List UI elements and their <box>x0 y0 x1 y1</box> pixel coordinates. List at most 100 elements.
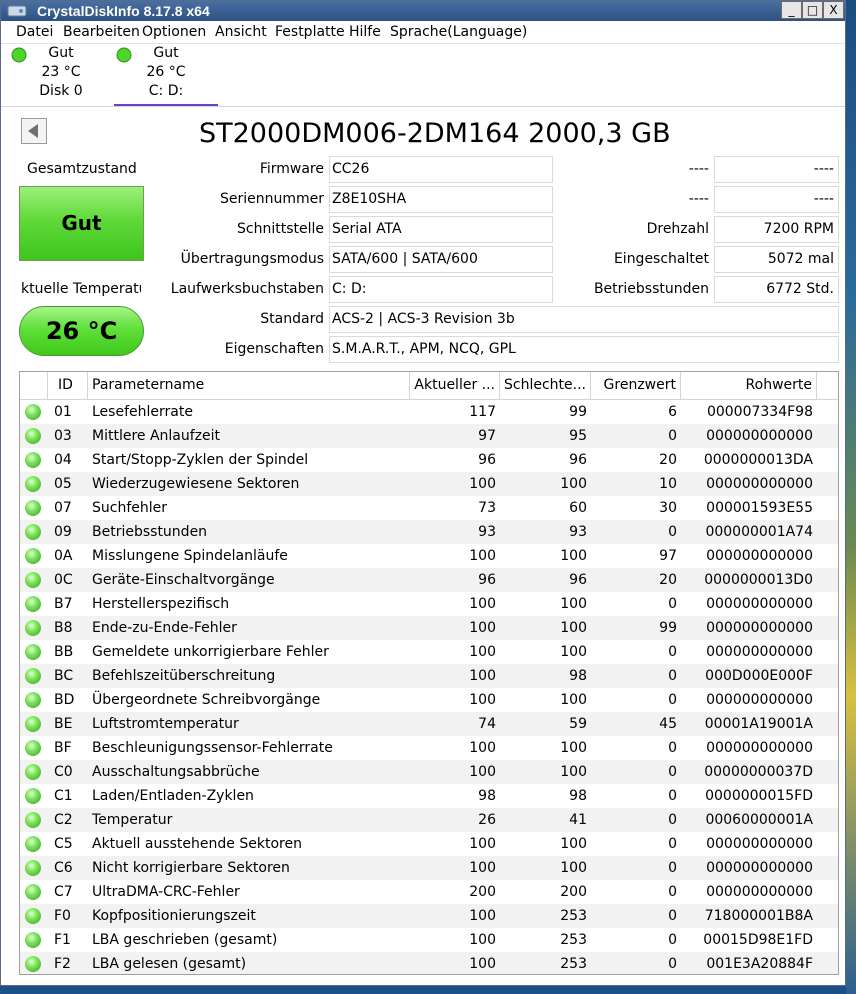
column-header-status[interactable] <box>20 372 48 399</box>
row-status-cell <box>20 832 48 856</box>
table-row[interactable]: C5 Aktuell ausstehende Sektoren 100 100 0 000… <box>20 832 838 856</box>
cell-name: LBA gelesen (gesamt) <box>92 956 247 972</box>
table-row[interactable]: C1 Laden/Entladen-Zyklen 98 98 0 0000000015FD <box>20 784 838 808</box>
table-row[interactable]: C7 UltraDMA-CRC-Fehler 200 200 0 000000000000 <box>20 880 838 904</box>
cell-threshold: 0 <box>668 932 677 948</box>
cell-threshold: 0 <box>668 860 677 876</box>
table-row[interactable]: 01 Lesefehlerrate 117 99 6 000007334F98 <box>20 400 838 424</box>
table-row[interactable]: C2 Temperatur 26 41 0 00060000001A <box>20 808 838 832</box>
column-header-current[interactable]: Aktueller ... <box>410 372 500 399</box>
minimize-button[interactable]: _ <box>781 1 802 19</box>
table-row[interactable]: B7 Herstellerspezifisch 100 100 0 00000000000… <box>20 592 838 616</box>
disk-app-icon <box>7 5 27 17</box>
cell-threshold: 30 <box>659 500 677 516</box>
cell-current: 100 <box>469 596 496 612</box>
table-row[interactable]: C0 Ausschaltungsabbrüche 100 100 0 0000000003… <box>20 760 838 784</box>
cell-current: 96 <box>478 452 496 468</box>
cell-name: Übergeordnete Schreibvorgänge <box>92 692 321 708</box>
menu-sprache[interactable]: Sprache(Language) <box>390 21 527 43</box>
menu-datei[interactable]: Datei <box>16 21 53 43</box>
table-row[interactable]: BC Befehlszeitüberschreitung 100 98 0 000D000… <box>20 664 838 688</box>
cell-threshold: 0 <box>668 908 677 924</box>
table-row[interactable]: 09 Betriebsstunden 93 93 0 000000001A74 <box>20 520 838 544</box>
cell-worst: 100 <box>560 764 587 780</box>
table-row[interactable]: F0 Kopfpositionierungszeit 100 253 0 71800000… <box>20 904 838 928</box>
cell-current: 73 <box>478 500 496 516</box>
cell-current: 74 <box>478 716 496 732</box>
cell-name: Start/Stopp-Zyklen der Spindel <box>92 452 309 468</box>
drive-letters-value: C: D: <box>329 276 553 303</box>
table-row[interactable]: 05 Wiederzugewiesene Sektoren 100 100 10 0000… <box>20 472 838 496</box>
cell-raw: 0000000015FD <box>705 788 813 804</box>
table-row[interactable]: 0C Geräte-Einschaltvorgänge 96 96 20 00000000… <box>20 568 838 592</box>
column-header-raw[interactable]: Rohwerte <box>681 372 817 399</box>
disk-tab-0[interactable]: Gut 23 °C Disk 0 <box>9 44 113 104</box>
table-row[interactable]: 04 Start/Stopp-Zyklen der Spindel 96 96 20 00… <box>20 448 838 472</box>
unused-value-2: ---- <box>714 186 839 213</box>
cell-threshold: 0 <box>668 764 677 780</box>
cell-current: 93 <box>478 524 496 540</box>
cell-name: Gemeldete unkorrigierbare Fehler <box>92 644 329 660</box>
row-status-cell <box>20 400 48 424</box>
menu-optionen[interactable]: Optionen <box>142 21 206 43</box>
serial-value: Z8E10SHA <box>329 186 553 213</box>
cell-current: 117 <box>469 404 496 420</box>
menu-festplatte[interactable]: Festplatte <box>275 21 345 43</box>
disk-selector-bar: Gut 23 °C Disk 0 Gut 26 °C C: D: <box>1 44 845 107</box>
column-header-name[interactable]: Parametername <box>88 372 410 399</box>
status-good-icon <box>25 668 41 684</box>
cell-raw: 00015D98E1FD <box>703 932 813 948</box>
power-on-hours-value: 6772 Std. <box>714 276 839 303</box>
table-row[interactable]: 07 Suchfehler 73 60 30 000001593E55 <box>20 496 838 520</box>
power-on-count-label: Eingeschaltet <box>613 251 709 267</box>
column-header-id[interactable]: ID <box>48 372 88 399</box>
table-row[interactable]: F2 LBA gelesen (gesamt) 100 253 0 001E3A20884… <box>20 952 838 974</box>
cell-threshold: 0 <box>668 884 677 900</box>
table-row[interactable]: BB Gemeldete unkorrigierbare Fehler 100 100… <box>20 640 838 664</box>
table-row[interactable]: C6 Nicht korrigierbare Sektoren 100 100 0 000… <box>20 856 838 880</box>
firmware-label: Firmware <box>259 161 324 177</box>
column-header-worst[interactable]: Schlechte... <box>500 372 591 399</box>
cell-name: Lesefehlerrate <box>92 404 193 420</box>
row-status-cell <box>20 592 48 616</box>
cell-worst: 98 <box>569 788 587 804</box>
close-button[interactable]: X <box>823 1 844 19</box>
cell-current: 100 <box>469 860 496 876</box>
table-row[interactable]: BD Übergeordnete Schreibvorgänge 100 100 0 00… <box>20 688 838 712</box>
cell-name: Laden/Entladen-Zyklen <box>92 788 254 804</box>
status-good-icon <box>25 764 41 780</box>
previous-disk-button[interactable] <box>21 118 47 144</box>
health-status-button[interactable]: Gut <box>19 186 144 261</box>
title-bar[interactable]: CrystalDiskInfo 8.17.8 x64 _ □ X <box>1 1 845 21</box>
temperature-button[interactable]: 26 °C <box>19 306 144 356</box>
table-row[interactable]: B8 Ende-zu-Ende-Fehler 100 100 99 00000000000… <box>20 616 838 640</box>
disk-tab-1[interactable]: Gut 26 °C C: D: <box>114 44 218 106</box>
column-header-threshold[interactable]: Grenzwert <box>591 372 681 399</box>
cell-raw: 000000000000 <box>706 548 813 564</box>
menu-bearbeiten[interactable]: Bearbeiten <box>63 21 140 43</box>
cell-threshold: 0 <box>668 428 677 444</box>
unused-label-1: ---- <box>688 161 709 177</box>
table-header: ID Parametername Aktueller ... Schlechte… <box>20 372 838 400</box>
row-status-cell <box>20 808 48 832</box>
menu-ansicht[interactable]: Ansicht <box>215 21 267 43</box>
row-status-cell <box>20 928 48 952</box>
table-row[interactable]: BF Beschleunigungssensor-Fehlerrate 100 100… <box>20 736 838 760</box>
cell-current: 100 <box>469 764 496 780</box>
desktop-background <box>846 0 856 994</box>
table-row[interactable]: 0A Misslungene Spindelanläufe 100 100 97 0000… <box>20 544 838 568</box>
features-value: S.M.A.R.T., APM, NCQ, GPL <box>329 336 839 363</box>
status-good-icon <box>25 548 41 564</box>
menu-hilfe[interactable]: Hilfe <box>349 21 381 43</box>
cell-threshold: 0 <box>668 524 677 540</box>
cell-current: 100 <box>469 908 496 924</box>
maximize-button[interactable]: □ <box>802 1 823 19</box>
cell-threshold: 45 <box>659 716 677 732</box>
cell-worst: 100 <box>560 596 587 612</box>
table-row[interactable]: F1 LBA geschrieben (gesamt) 100 253 0 00015D9… <box>20 928 838 952</box>
row-status-cell <box>20 736 48 760</box>
table-row[interactable]: 03 Mittlere Anlaufzeit 97 95 0 000000000000 <box>20 424 838 448</box>
smart-attributes-table[interactable]: ID Parametername Aktueller ... Schlechte… <box>19 371 839 975</box>
cell-worst: 96 <box>569 452 587 468</box>
table-row[interactable]: BE Luftstromtemperatur 74 59 45 00001A19001A <box>20 712 838 736</box>
